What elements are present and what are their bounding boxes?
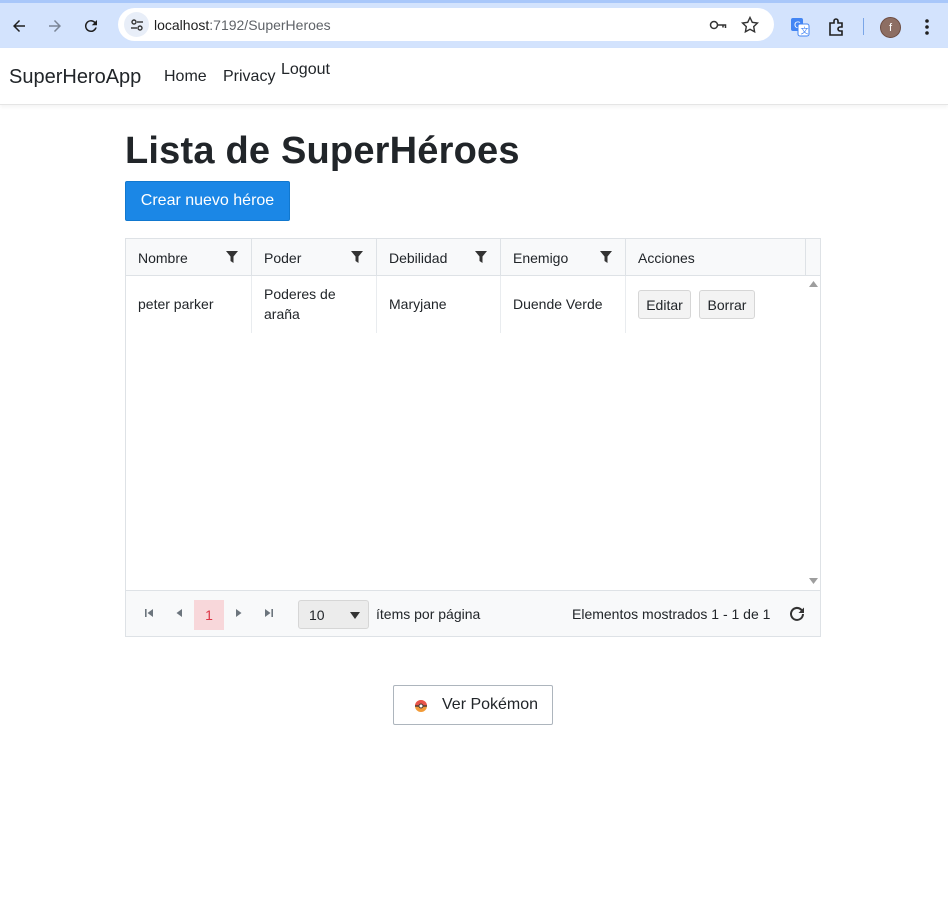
site-info-icon[interactable] [124, 12, 149, 37]
page-size-value: 10 [309, 607, 325, 623]
create-hero-button[interactable]: Crear nuevo héroe [125, 181, 290, 221]
cell-text: Duende Verde [513, 296, 603, 312]
column-header-nombre[interactable]: Nombre [126, 239, 252, 275]
last-page-icon[interactable] [262, 606, 276, 620]
first-page-icon[interactable] [142, 606, 156, 620]
view-pokemon-button[interactable]: Ver Pokémon [393, 685, 553, 725]
nav-home[interactable]: Home [164, 68, 207, 86]
chevron-down-icon [350, 612, 360, 619]
extensions-puzzle-icon[interactable] [826, 16, 848, 38]
cell-nombre: peter parker [126, 276, 252, 333]
column-header-debilidad[interactable]: Debilidad [377, 239, 501, 275]
url-host: localhost [154, 17, 210, 33]
heroes-grid: Nombre Poder Debilidad Enemigo Acciones … [125, 238, 821, 637]
page-number-button[interactable]: 1 [194, 600, 224, 630]
kebab-menu-icon[interactable] [916, 16, 938, 38]
cell-text: Maryjane [389, 296, 447, 312]
cell-text: araña [264, 306, 300, 322]
column-label: Debilidad [389, 250, 448, 266]
reload-icon[interactable] [79, 14, 103, 38]
pager-info: Elementos mostrados 1 - 1 de 1 [572, 606, 771, 622]
url-path: :7192/SuperHeroes [209, 17, 331, 33]
profile-avatar[interactable]: f [880, 17, 901, 38]
forward-arrow-icon[interactable] [43, 14, 67, 38]
cell-debilidad: Maryjane [377, 276, 501, 333]
browser-toolbar: localhost:7192/SuperHeroes G文 f [0, 0, 948, 48]
column-header-acciones: Acciones [626, 239, 806, 275]
svg-text:文: 文 [801, 26, 809, 36]
page-title: Lista de SuperHéroes [125, 130, 520, 172]
cell-text: peter parker [138, 296, 214, 312]
url-text: localhost:7192/SuperHeroes [154, 17, 331, 33]
cell-enemigo: Duende Verde [501, 276, 626, 333]
edit-button[interactable]: Editar [638, 290, 691, 319]
filter-icon[interactable] [225, 250, 239, 264]
column-label: Acciones [638, 250, 695, 266]
table-row: peter parker Poderes de araña Maryjane D… [126, 276, 806, 333]
page-size-label: ítems por página [376, 606, 481, 622]
filter-icon[interactable] [474, 250, 488, 264]
column-header-poder[interactable]: Poder [252, 239, 377, 275]
column-label: Nombre [138, 250, 188, 266]
address-bar[interactable]: localhost:7192/SuperHeroes [118, 8, 774, 41]
back-arrow-icon[interactable] [7, 14, 31, 38]
cell-acciones: Editar Borrar [626, 276, 806, 333]
refresh-icon[interactable] [788, 605, 806, 623]
translate-icon[interactable]: G文 [789, 16, 811, 38]
toolbar-divider [863, 18, 864, 35]
pokeball-icon [415, 700, 427, 712]
bookmark-star-icon[interactable] [741, 16, 759, 34]
cell-poder: Poderes de araña [252, 276, 377, 333]
key-icon[interactable] [709, 16, 727, 34]
view-pokemon-label: Ver Pokémon [442, 696, 539, 713]
vertical-scrollbar[interactable] [806, 276, 820, 590]
previous-page-icon[interactable] [172, 606, 186, 620]
filter-icon[interactable] [350, 250, 364, 264]
column-header-enemigo[interactable]: Enemigo [501, 239, 626, 275]
filter-icon[interactable] [599, 250, 613, 264]
delete-button[interactable]: Borrar [699, 290, 755, 319]
app-navbar: SuperHeroApp Home Privacy Logout [0, 48, 948, 105]
column-label: Enemigo [513, 250, 569, 266]
page-size-select[interactable]: 10 [298, 600, 369, 629]
nav-logout[interactable]: Logout [281, 61, 330, 79]
next-page-icon[interactable] [232, 606, 246, 620]
column-label: Poder [264, 250, 302, 266]
cell-text: Poderes de [264, 286, 336, 302]
scroll-down-arrow-icon[interactable] [809, 578, 818, 584]
brand-link[interactable]: SuperHeroApp [9, 66, 141, 89]
nav-privacy[interactable]: Privacy [223, 68, 275, 86]
grid-header: Nombre Poder Debilidad Enemigo Acciones [126, 239, 820, 276]
scroll-up-arrow-icon[interactable] [809, 281, 818, 287]
grid-pager: 1 10 ítems por página Elementos mostrado… [126, 590, 820, 636]
